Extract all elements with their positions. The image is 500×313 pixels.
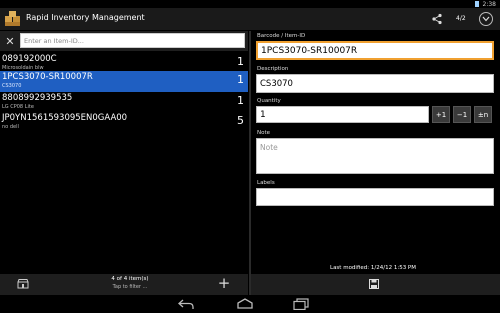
- status-bar: 2:38: [0, 0, 500, 8]
- labels-field[interactable]: [256, 188, 494, 206]
- item-count: 4 of 4 item(s): [111, 276, 149, 282]
- item-code: 089192000C: [2, 54, 57, 64]
- item-code: 8808992939535: [2, 93, 73, 103]
- barcode-label: Barcode / Item-ID: [257, 33, 306, 39]
- quantity-label: Quantity: [257, 98, 281, 104]
- quantity-field[interactable]: [256, 106, 429, 123]
- description-label: Description: [257, 66, 289, 72]
- search-input[interactable]: [20, 33, 245, 48]
- minus-one-button[interactable]: −1: [453, 106, 471, 123]
- item-code: JP0YN1561593095EN0GAA00: [2, 113, 128, 123]
- item-description: CS3070: [2, 83, 22, 89]
- home-icon[interactable]: [236, 298, 254, 310]
- save-icon[interactable]: [369, 279, 379, 289]
- filter-hint[interactable]: Tap to filter ...: [90, 284, 170, 290]
- item-description: no dell: [2, 124, 19, 130]
- recents-icon[interactable]: [293, 298, 309, 310]
- plus-minus-n-button[interactable]: ±n: [474, 106, 492, 123]
- close-icon[interactable]: ✕: [3, 34, 17, 48]
- item-description: LG CP08 Lite: [2, 104, 34, 110]
- description-field[interactable]: [256, 74, 494, 93]
- note-field[interactable]: [256, 138, 494, 174]
- item-quantity: 1: [237, 94, 244, 107]
- app-icon[interactable]: [4, 11, 22, 27]
- back-icon[interactable]: [178, 298, 194, 310]
- list-item[interactable]: JP0YN1561593095EN0GAA00 no dell 5: [0, 112, 248, 133]
- item-quantity: 1: [237, 73, 244, 86]
- page-counter: 4/2: [456, 15, 466, 22]
- item-quantity: 1: [237, 55, 244, 68]
- last-modified: Last modified: 1/24/12 1:53 PM: [330, 265, 416, 271]
- add-icon[interactable]: +: [216, 276, 232, 292]
- store-icon[interactable]: [17, 279, 29, 289]
- labels-label: Labels: [257, 180, 275, 186]
- status-time: 2:38: [482, 0, 496, 8]
- overflow-menu-icon[interactable]: [479, 12, 493, 26]
- share-icon[interactable]: [431, 13, 443, 25]
- app-title: Rapid Inventory Management: [26, 13, 145, 22]
- list-item-selected[interactable]: 1PCS3070-SR10007R CS3070 1: [0, 71, 248, 92]
- item-code: 1PCS3070-SR10007R: [2, 72, 93, 82]
- list-item[interactable]: 8808992939535 LG CP08 Lite 1: [0, 92, 248, 113]
- plus-one-button[interactable]: +1: [432, 106, 450, 123]
- item-quantity: 5: [237, 114, 244, 127]
- barcode-field[interactable]: [256, 41, 494, 60]
- note-label: Note: [257, 130, 271, 136]
- panel-divider: [249, 31, 251, 295]
- battery-icon: [474, 1, 479, 7]
